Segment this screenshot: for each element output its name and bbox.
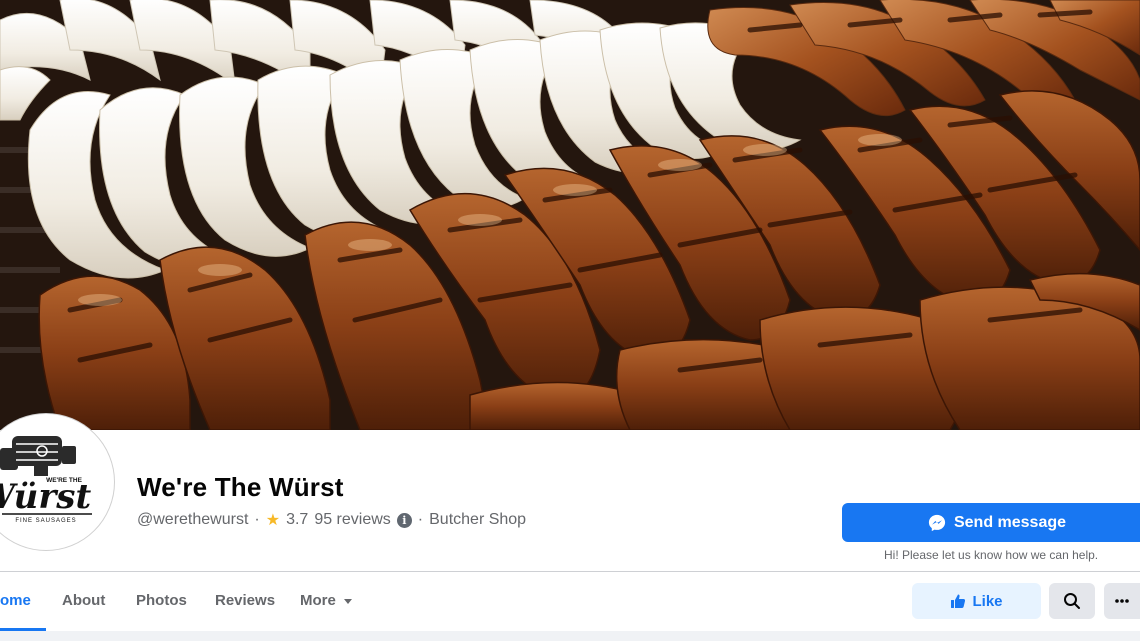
like-label: Like — [972, 592, 1003, 610]
messenger-icon — [928, 514, 946, 531]
ellipsis-icon — [1115, 599, 1129, 603]
separator: · — [254, 511, 260, 528]
page-handle[interactable]: @werethewurst — [137, 511, 248, 529]
page-category[interactable]: Butcher Shop — [429, 511, 526, 529]
feed-background — [0, 631, 1140, 641]
tab-photos[interactable]: Photos — [136, 572, 187, 632]
cover-photo[interactable] — [0, 0, 1140, 430]
tab-reviews[interactable]: Reviews — [215, 572, 275, 632]
logo-image: WE'RE THE Würst FINE SAUSAGES — [0, 418, 110, 546]
chevron-down-icon — [343, 598, 352, 604]
cover-photo-image — [0, 0, 1140, 430]
reviews-link[interactable]: 95 reviews — [314, 511, 390, 529]
info-icon[interactable]: i — [396, 512, 412, 528]
tab-about[interactable]: About — [62, 572, 105, 632]
tab-label: About — [62, 592, 106, 609]
tab-label: More — [300, 592, 336, 609]
star-icon: ★ — [265, 512, 281, 529]
rating-value: 3.7 — [286, 511, 309, 528]
search-button[interactable] — [1049, 583, 1095, 619]
tab-label: ome — [0, 592, 31, 609]
tab-more[interactable]: More — [300, 572, 352, 632]
like-button[interactable]: Like — [912, 583, 1041, 619]
send-message-label: Send message — [953, 513, 1067, 531]
separator: · — [417, 511, 424, 528]
tab-home[interactable]: ome — [0, 572, 31, 632]
logo-line3: FINE SAUSAGES — [15, 518, 76, 524]
thumbs-up-icon — [951, 594, 966, 608]
tab-label: Reviews — [215, 592, 276, 609]
send-message-button[interactable]: Send message — [842, 503, 1140, 542]
page-title: We're The Würst — [137, 472, 344, 502]
tab-label: Photos — [136, 592, 187, 609]
more-options-button[interactable] — [1104, 583, 1140, 619]
page-meta: @werethewurst · ★ 3.7 95 reviews i · But… — [137, 510, 526, 530]
logo-line2: Würst — [0, 477, 91, 517]
search-icon — [1064, 593, 1080, 609]
message-helper-text: Hi! Please let us know how we can help. — [884, 548, 1099, 562]
